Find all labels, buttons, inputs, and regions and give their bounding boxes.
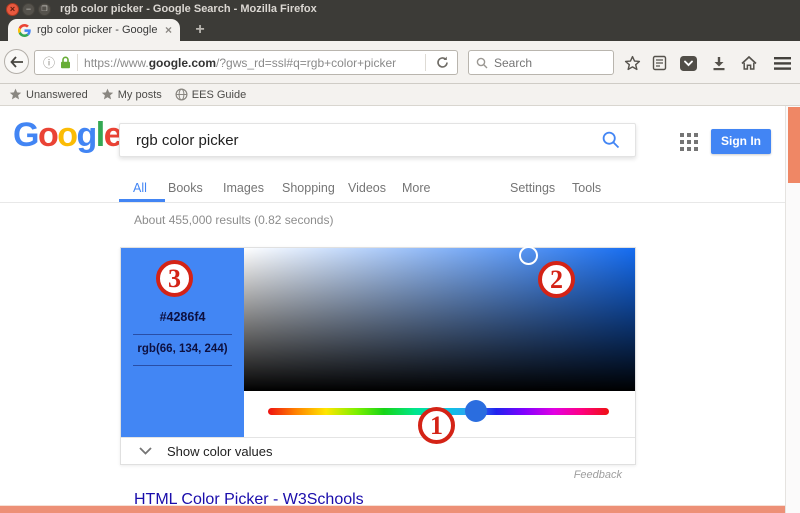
settings-link[interactable]: Settings: [510, 181, 555, 195]
show-color-values-row[interactable]: Show color values: [121, 437, 635, 464]
tab-bar: rgb color picker - Google × +: [0, 19, 800, 41]
tab-title: rgb color picker - Google: [37, 24, 161, 36]
downloads-icon[interactable]: [708, 53, 730, 73]
google-search-input[interactable]: [120, 132, 587, 149]
bookmark-label: My posts: [118, 89, 162, 101]
bookmark-item-ees-guide[interactable]: EES Guide: [175, 88, 246, 101]
home-icon[interactable]: [738, 53, 760, 73]
hue-slider-thumb[interactable]: [465, 400, 487, 422]
url-text[interactable]: https://www.google.com/?gws_rd=ssl#q=rgb…: [84, 56, 419, 70]
sign-in-button[interactable]: Sign In: [711, 129, 771, 154]
results-stats: About 455,000 results (0.82 seconds): [134, 213, 333, 227]
header-divider: [0, 202, 785, 203]
navigation-toolbar: ⓘ https://www.google.com/?gws_rd=ssl#q=r…: [0, 41, 800, 84]
bottom-band: [0, 505, 785, 513]
firefox-search-input[interactable]: [494, 56, 594, 70]
window-close-button[interactable]: ×: [6, 3, 19, 16]
tab-videos[interactable]: Videos: [348, 181, 386, 195]
star-icon: [9, 88, 22, 101]
back-arrow-icon: [10, 56, 24, 68]
window-minimize-button[interactable]: −: [22, 3, 35, 16]
tools-link[interactable]: Tools: [572, 181, 601, 195]
chevron-down-icon: [139, 447, 152, 455]
menu-hamburger-icon[interactable]: [771, 53, 793, 73]
feedback-link[interactable]: Feedback: [480, 469, 622, 481]
globe-icon: [175, 88, 188, 101]
logo-letter: o: [38, 116, 57, 154]
saturation-value-gradient[interactable]: [244, 248, 635, 391]
urlbar-divider: [425, 54, 426, 71]
url-bar[interactable]: ⓘ https://www.google.com/?gws_rd=ssl#q=r…: [34, 50, 458, 75]
bookmarks-menu-icon[interactable]: [648, 53, 670, 73]
logo-letter: l: [96, 116, 104, 154]
google-search-box[interactable]: [119, 123, 636, 157]
page-info-icon[interactable]: ⓘ: [43, 54, 55, 71]
scrollbar-track[interactable]: [785, 106, 800, 513]
google-logo[interactable]: Google: [13, 116, 121, 155]
gradient-selector-marker[interactable]: [519, 246, 538, 265]
firefox-search-bar[interactable]: [468, 50, 614, 75]
urlbar-divider: [77, 54, 78, 71]
bookmark-star-icon[interactable]: [621, 53, 643, 73]
rgb-value: rgb(66, 134, 244): [121, 343, 244, 355]
swatch-divider: [133, 334, 232, 335]
bookmarks-toolbar: Unanswered My posts EES Guide: [0, 84, 800, 106]
tab-images[interactable]: Images: [223, 181, 264, 195]
annotation-circle-3: 3: [156, 260, 193, 297]
logo-letter: g: [77, 116, 96, 154]
logo-letter: o: [57, 116, 76, 154]
window-title: rgb color picker - Google Search - Mozil…: [60, 0, 317, 19]
back-button[interactable]: [4, 49, 29, 74]
logo-letter: G: [13, 116, 38, 154]
bookmark-item-my-posts[interactable]: My posts: [101, 88, 162, 101]
bookmark-label: EES Guide: [192, 89, 246, 101]
show-color-values-label: Show color values: [167, 444, 273, 459]
tab-all[interactable]: All: [133, 181, 147, 195]
google-search-button[interactable]: [587, 131, 635, 149]
tab-close-icon[interactable]: ×: [165, 23, 172, 37]
window-titlebar: × − ❐ rgb color picker - Google Search -…: [0, 0, 800, 19]
new-tab-button[interactable]: +: [188, 19, 212, 41]
tab-more[interactable]: More: [402, 181, 430, 195]
search-icon: [476, 57, 488, 69]
hex-value: #4286f4: [121, 310, 244, 324]
scrollbar-thumb[interactable]: [788, 107, 800, 183]
star-icon: [101, 88, 114, 101]
swatch-divider: [133, 365, 232, 366]
color-picker-card: #4286f4 rgb(66, 134, 244) Show color val…: [120, 247, 636, 465]
firefox-window: × − ❐ rgb color picker - Google Search -…: [0, 0, 800, 513]
annotation-circle-2: 2: [538, 261, 575, 298]
bookmark-item-unanswered[interactable]: Unanswered: [9, 88, 88, 101]
ssl-lock-icon[interactable]: [60, 56, 71, 69]
google-apps-grid-icon[interactable]: [680, 133, 699, 152]
google-favicon-icon: [18, 24, 31, 37]
annotation-circle-1: 1: [418, 407, 455, 444]
window-maximize-button[interactable]: ❐: [38, 3, 51, 16]
pocket-icon[interactable]: [677, 53, 699, 73]
bookmark-label: Unanswered: [26, 89, 88, 101]
tab-books[interactable]: Books: [168, 181, 203, 195]
tab-shopping[interactable]: Shopping: [282, 181, 335, 195]
browser-tab[interactable]: rgb color picker - Google ×: [8, 19, 180, 41]
reload-icon[interactable]: [436, 56, 449, 69]
